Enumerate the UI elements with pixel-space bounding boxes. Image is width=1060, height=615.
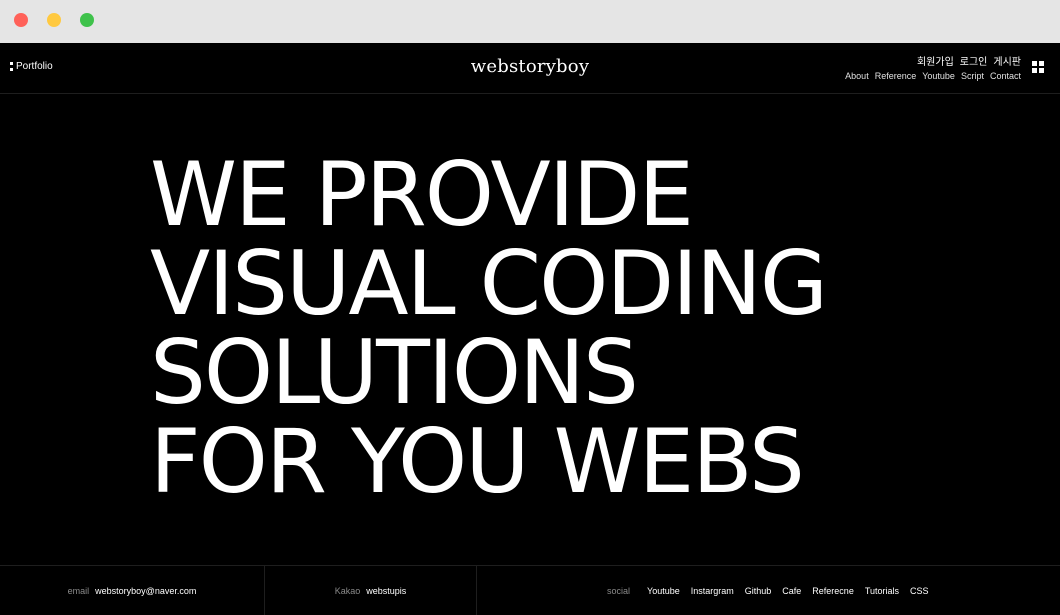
site-header: Portfolio webstoryboy 회원가입 로그인 게시판 About… xyxy=(0,43,1060,94)
email-link[interactable]: webstoryboy@naver.com xyxy=(95,586,196,596)
social-instagram[interactable]: Instargram xyxy=(691,586,734,596)
board-link[interactable]: 게시판 xyxy=(993,53,1021,68)
social-label: social xyxy=(607,586,631,596)
social-youtube[interactable]: Youtube xyxy=(647,586,680,596)
hero-line: SOLUTIONS xyxy=(150,321,639,424)
hero-line: FOR YOU WEBS xyxy=(150,410,805,513)
social-github[interactable]: Github xyxy=(745,586,772,596)
social-css[interactable]: CSS xyxy=(910,586,929,596)
login-link[interactable]: 로그인 xyxy=(960,53,988,68)
footer-kakao: Kakao webstupis xyxy=(265,566,477,615)
maximize-dot-icon[interactable] xyxy=(80,13,94,27)
social-reference[interactable]: Referecne xyxy=(812,586,854,596)
social-cafe[interactable]: Cafe xyxy=(782,586,801,596)
browser-titlebar xyxy=(0,0,1060,43)
social-tutorials[interactable]: Tutorials xyxy=(865,586,899,596)
email-label: email xyxy=(67,586,90,596)
hero-section: WE PROVIDE VISUAL CODING SOLUTIONS FOR Y… xyxy=(150,150,1050,506)
nav-script[interactable]: Script xyxy=(961,71,984,81)
close-dot-icon[interactable] xyxy=(14,13,28,27)
footer-email: email webstoryboy@naver.com xyxy=(0,566,265,615)
main-nav: About Reference Youtube Script Contact xyxy=(845,71,1021,81)
member-links: 회원가입 로그인 게시판 xyxy=(917,53,1021,68)
footer-social: social Youtube Instargram Github Cafe Re… xyxy=(477,566,1060,615)
nav-contact[interactable]: Contact xyxy=(990,71,1021,81)
kakao-label: Kakao xyxy=(334,586,361,596)
minimize-dot-icon[interactable] xyxy=(47,13,61,27)
nav-reference[interactable]: Reference xyxy=(875,71,917,81)
nav-about[interactable]: About xyxy=(845,71,869,81)
site-footer: email webstoryboy@naver.com Kakao webstu… xyxy=(0,565,1060,615)
hero-line: WE PROVIDE xyxy=(150,143,694,246)
grid-menu-icon[interactable] xyxy=(1032,61,1044,73)
kakao-link[interactable]: webstupis xyxy=(366,586,406,596)
nav-youtube[interactable]: Youtube xyxy=(922,71,955,81)
hero-line: VISUAL CODING xyxy=(150,232,828,335)
signup-link[interactable]: 회원가입 xyxy=(917,53,954,68)
